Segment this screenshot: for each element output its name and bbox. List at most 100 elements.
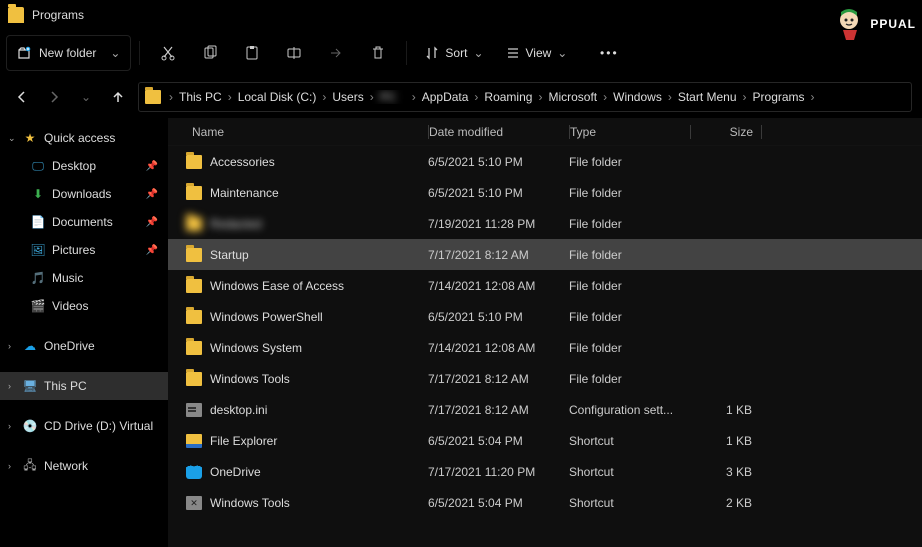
- chevron-right-icon: ›: [320, 90, 328, 104]
- chevron-down-icon: ⌄: [473, 46, 483, 60]
- file-name: File Explorer: [210, 434, 277, 448]
- sidebar-onedrive[interactable]: › ☁ OneDrive: [0, 332, 168, 360]
- breadcrumb-items: This PC›Local Disk (C:)›Users›PC›AppData…: [175, 90, 817, 104]
- sidebar-quick-access[interactable]: ⌄ ★ Quick access: [0, 124, 168, 152]
- file-name: Windows PowerShell: [210, 310, 323, 324]
- file-row[interactable]: Startup 7/17/2021 8:12 AM File folder: [168, 239, 922, 270]
- copy-button[interactable]: [190, 35, 230, 71]
- file-date: 7/17/2021 8:12 AM: [428, 372, 569, 386]
- breadcrumb-segment[interactable]: Start Menu: [674, 90, 741, 104]
- paste-button[interactable]: [232, 35, 272, 71]
- file-row[interactable]: Windows Tools 6/5/2021 5:04 PM Shortcut …: [168, 487, 922, 518]
- file-name: Windows Ease of Access: [210, 279, 344, 293]
- sort-button[interactable]: Sort ⌄: [415, 35, 493, 71]
- sidebar-this-pc[interactable]: › 🖥 This PC: [0, 372, 168, 400]
- watermark-text: PPUAL: [870, 17, 916, 31]
- sidebar-item[interactable]: 🖼Pictures📌: [0, 236, 168, 264]
- file-date: 7/17/2021 8:12 AM: [428, 403, 569, 417]
- sidebar-item[interactable]: 🎵Music: [0, 264, 168, 292]
- file-type: File folder: [569, 217, 690, 231]
- breadcrumb-segment[interactable]: Programs: [749, 90, 809, 104]
- sidebar-network[interactable]: › 🖧 Network: [0, 452, 168, 480]
- file-date: 6/5/2021 5:10 PM: [428, 155, 569, 169]
- file-size: 1 KB: [690, 403, 760, 417]
- file-date: 6/5/2021 5:04 PM: [428, 496, 569, 510]
- view-label: View: [526, 46, 552, 60]
- breadcrumb-segment[interactable]: PC: [376, 90, 410, 104]
- file-row[interactable]: File Explorer 6/5/2021 5:04 PM Shortcut …: [168, 425, 922, 456]
- sidebar-item[interactable]: ⬇Downloads📌: [0, 180, 168, 208]
- file-name: desktop.ini: [210, 403, 267, 417]
- breadcrumb-segment[interactable]: Roaming: [480, 90, 536, 104]
- file-name: Redacted: [210, 217, 261, 231]
- file-date: 7/14/2021 12:08 AM: [428, 279, 569, 293]
- downloads-icon: ⬇: [30, 186, 46, 202]
- column-size[interactable]: Size: [691, 125, 761, 139]
- column-name[interactable]: Name: [168, 125, 428, 139]
- column-date[interactable]: Date modified: [429, 125, 569, 139]
- up-button[interactable]: [106, 85, 130, 109]
- breadcrumb-segment[interactable]: Users: [328, 90, 367, 104]
- forward-button[interactable]: [42, 85, 66, 109]
- delete-button[interactable]: [358, 35, 398, 71]
- watermark: PPUAL: [831, 6, 916, 42]
- chevron-right-icon: ›: [8, 341, 22, 351]
- file-type: File folder: [569, 155, 690, 169]
- rename-button[interactable]: [274, 35, 314, 71]
- sidebar-item[interactable]: 🖵Desktop📌: [0, 152, 168, 180]
- more-button[interactable]: •••: [589, 35, 629, 71]
- view-button[interactable]: View ⌄: [496, 35, 578, 71]
- pictures-icon: 🖼: [30, 242, 46, 258]
- recent-button[interactable]: ⌄: [74, 85, 98, 109]
- sidebar-item[interactable]: 🎬Videos: [0, 292, 168, 320]
- file-type: File folder: [569, 341, 690, 355]
- back-button[interactable]: [10, 85, 34, 109]
- desktop-icon: 🖵: [30, 158, 46, 174]
- file-row[interactable]: Accessories 6/5/2021 5:10 PM File folder: [168, 146, 922, 177]
- file-row[interactable]: OneDrive 7/17/2021 11:20 PM Shortcut 3 K…: [168, 456, 922, 487]
- breadcrumb[interactable]: › This PC›Local Disk (C:)›Users›PC›AppDa…: [138, 82, 912, 112]
- sidebar-cd-drive[interactable]: › 💿 CD Drive (D:) Virtual: [0, 412, 168, 440]
- file-row[interactable]: Windows System 7/14/2021 12:08 AM File f…: [168, 332, 922, 363]
- share-button[interactable]: [316, 35, 356, 71]
- breadcrumb-segment[interactable]: Windows: [609, 90, 666, 104]
- title-bar: Programs: [0, 0, 922, 30]
- folder-icon: [186, 279, 202, 293]
- watermark-logo-icon: [831, 6, 867, 42]
- sidebar-item[interactable]: 📄Documents📌: [0, 208, 168, 236]
- chevron-right-icon: ›: [741, 90, 749, 104]
- column-type[interactable]: Type: [570, 125, 690, 139]
- file-row[interactable]: desktop.ini 7/17/2021 8:12 AM Configurat…: [168, 394, 922, 425]
- breadcrumb-segment[interactable]: AppData: [418, 90, 473, 104]
- cut-button[interactable]: [148, 35, 188, 71]
- file-date: 7/19/2021 11:28 PM: [428, 217, 569, 231]
- file-name: Maintenance: [210, 186, 279, 200]
- file-row[interactable]: Windows Ease of Access 7/14/2021 12:08 A…: [168, 270, 922, 301]
- breadcrumb-segment[interactable]: This PC: [175, 90, 226, 104]
- pin-icon: 📌: [146, 189, 158, 200]
- file-name: OneDrive: [210, 465, 261, 479]
- file-row[interactable]: Redacted 7/19/2021 11:28 PM File folder: [168, 208, 922, 239]
- file-row[interactable]: Windows PowerShell 6/5/2021 5:10 PM File…: [168, 301, 922, 332]
- toolbar: New folder ⌄ Sort ⌄ View ⌄ •••: [0, 30, 922, 76]
- music-icon: 🎵: [30, 270, 46, 286]
- chevron-right-icon: ›: [601, 90, 609, 104]
- file-type: File folder: [569, 279, 690, 293]
- paste-icon: [244, 45, 260, 61]
- chevron-right-icon: ›: [8, 381, 22, 391]
- chevron-right-icon: ›: [472, 90, 480, 104]
- chevron-down-icon: ⌄: [8, 133, 22, 144]
- new-button[interactable]: New folder ⌄: [6, 35, 131, 71]
- file-date: 7/17/2021 11:20 PM: [428, 465, 569, 479]
- pin-icon: 📌: [146, 217, 158, 228]
- breadcrumb-segment[interactable]: Microsoft: [544, 90, 601, 104]
- file-type: File folder: [569, 372, 690, 386]
- file-name: Windows Tools: [210, 372, 290, 386]
- breadcrumb-segment[interactable]: Local Disk (C:): [234, 90, 321, 104]
- disc-icon: 💿: [22, 418, 38, 434]
- file-row[interactable]: Maintenance 6/5/2021 5:10 PM File folder: [168, 177, 922, 208]
- cut-icon: [160, 45, 176, 61]
- ellipsis-icon: •••: [600, 46, 619, 60]
- folder-icon: [186, 341, 202, 355]
- file-row[interactable]: Windows Tools 7/17/2021 8:12 AM File fol…: [168, 363, 922, 394]
